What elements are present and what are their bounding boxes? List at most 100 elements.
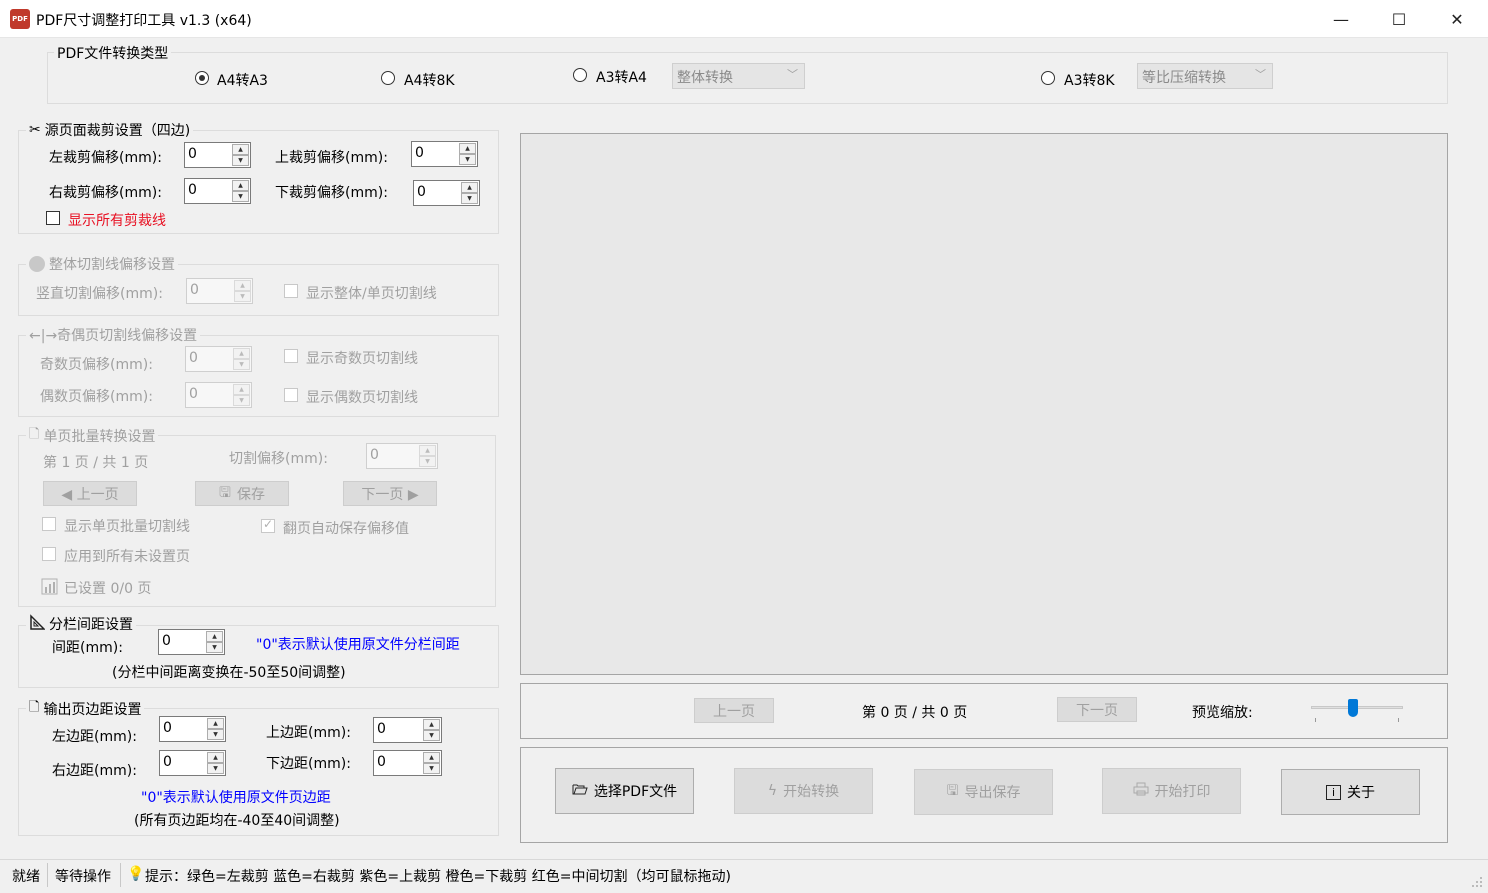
- spin-down-icon[interactable]: ▼: [419, 456, 436, 467]
- spin-up-icon[interactable]: ▲: [207, 718, 224, 729]
- crop-right-label: 右裁剪偏移(mm):: [49, 185, 162, 201]
- vertical-cut-input[interactable]: 0 ▲ ▼: [186, 278, 253, 304]
- spin-down-icon[interactable]: ▼: [232, 191, 249, 202]
- gap-hint: "0"表示默认使用原文件分栏间距: [256, 637, 460, 653]
- chevron-down-icon: ﹀: [787, 68, 798, 81]
- auto-save-label[interactable]: 翻页自动保存偏移值: [283, 518, 409, 538]
- even-offset-label: 偶数页偏移(mm):: [40, 389, 153, 405]
- radio-a3-a4[interactable]: [573, 68, 587, 82]
- scissors-icon: ✂: [29, 122, 41, 138]
- status-separator: [47, 863, 48, 887]
- spin-up-icon[interactable]: ▲: [419, 445, 436, 456]
- spin-down-icon[interactable]: ▼: [234, 291, 251, 302]
- a3-8k-mode-select[interactable]: 等比压缩转换 ﹀: [1137, 63, 1273, 89]
- spin-up-icon[interactable]: ▲: [232, 144, 249, 155]
- preview-prev-button[interactable]: 上一页: [694, 698, 774, 723]
- gap-label: 间距(mm):: [52, 640, 123, 656]
- show-batch-lines-checkbox[interactable]: [42, 517, 56, 531]
- spin-down-icon[interactable]: ▼: [423, 763, 440, 774]
- spin-up-icon[interactable]: ▲: [461, 182, 478, 193]
- spin-down-icon[interactable]: ▼: [207, 763, 224, 774]
- apply-all-checkbox[interactable]: [42, 547, 56, 561]
- spin-up-icon[interactable]: ▲: [423, 719, 440, 730]
- zoom-slider[interactable]: [1311, 696, 1403, 724]
- spin-down-icon[interactable]: ▼: [233, 359, 250, 370]
- spin-down-icon[interactable]: ▼: [207, 729, 224, 740]
- spin-up-icon[interactable]: ▲: [423, 752, 440, 763]
- spin-up-icon[interactable]: ▲: [233, 348, 250, 359]
- spin-down-icon[interactable]: ▼: [233, 395, 250, 406]
- batch-save-button[interactable]: 🖫 保存: [195, 481, 289, 506]
- start-print-button[interactable]: 开始打印: [1102, 768, 1241, 814]
- set-square-icon: [29, 614, 46, 634]
- radio-a4-8k-label[interactable]: A4转8K: [404, 70, 455, 90]
- show-even-cut-checkbox[interactable]: [284, 388, 298, 402]
- show-odd-cut-label[interactable]: 显示奇数页切割线: [306, 348, 418, 368]
- batch-next-button[interactable]: 下一页 ▶: [343, 481, 437, 506]
- export-save-button[interactable]: 🖫 导出保存: [914, 769, 1053, 815]
- crop-bottom-input[interactable]: 0 ▲ ▼: [413, 180, 480, 206]
- spin-up-icon[interactable]: ▲: [207, 752, 224, 763]
- crop-bottom-label: 下裁剪偏移(mm):: [275, 185, 388, 201]
- spin-up-icon[interactable]: ▲: [234, 280, 251, 291]
- batch-save-label: 保存: [236, 486, 265, 503]
- about-label: 关于: [1347, 785, 1375, 801]
- radio-a4-8k[interactable]: [381, 71, 395, 85]
- spin-up-icon[interactable]: ▲: [206, 631, 223, 642]
- margin-bottom-input[interactable]: 0 ▲ ▼: [373, 750, 442, 776]
- status-ready: 就绪: [12, 869, 40, 885]
- spin-down-icon[interactable]: ▼: [461, 193, 478, 204]
- zoom-slider-thumb[interactable]: [1348, 699, 1358, 717]
- margin-top-input[interactable]: 0 ▲ ▼: [373, 717, 442, 743]
- show-whole-cut-label[interactable]: 显示整体/单页切割线: [306, 283, 437, 303]
- zoom-label: 预览缩放:: [1192, 705, 1253, 721]
- batch-prev-button[interactable]: ◀ 上一页: [43, 481, 137, 506]
- spin-down-icon[interactable]: ▼: [423, 730, 440, 741]
- crop-left-input[interactable]: 0 ▲ ▼: [184, 142, 251, 168]
- spin-up-icon[interactable]: ▲: [232, 180, 249, 191]
- apply-all-label[interactable]: 应用到所有未设置页: [64, 546, 190, 566]
- margin-right-input[interactable]: 0 ▲ ▼: [159, 750, 226, 776]
- minimize-button[interactable]: —: [1312, 0, 1370, 38]
- status-hint: 提示：绿色=左裁剪 蓝色=右裁剪 紫色=上裁剪 橙色=下裁剪 红色=中间切割（均…: [145, 869, 731, 885]
- auto-save-checkbox[interactable]: ✓: [261, 517, 275, 533]
- show-even-cut-label[interactable]: 显示偶数页切割线: [306, 387, 418, 407]
- crop-right-input[interactable]: 0 ▲ ▼: [184, 178, 251, 204]
- crop-bottom-value: 0: [417, 184, 426, 200]
- spin-down-icon[interactable]: ▼: [459, 154, 476, 165]
- show-crop-lines-label[interactable]: 显示所有剪裁线: [68, 210, 166, 230]
- show-whole-cut-checkbox[interactable]: [284, 284, 298, 298]
- a3-a4-mode-select[interactable]: 整体转换 ﹀: [672, 63, 805, 89]
- show-crop-lines-checkbox[interactable]: [46, 211, 60, 225]
- resize-grip-icon[interactable]: [1468, 873, 1484, 889]
- radio-a3-8k[interactable]: [1041, 71, 1055, 85]
- odd-offset-input[interactable]: 0 ▲ ▼: [185, 346, 252, 372]
- preview-next-button[interactable]: 下一页: [1057, 697, 1137, 722]
- radio-a3-a4-label[interactable]: A3转A4: [596, 67, 647, 87]
- show-odd-cut-checkbox[interactable]: [284, 349, 298, 363]
- close-button[interactable]: ✕: [1428, 0, 1486, 38]
- radio-a4-a3[interactable]: [195, 71, 209, 85]
- start-print-label: 开始打印: [1154, 784, 1211, 800]
- spin-up-icon[interactable]: ▲: [459, 143, 476, 154]
- gap-input[interactable]: 0 ▲ ▼: [158, 629, 225, 655]
- crop-left-value: 0: [188, 146, 197, 162]
- radio-a3-8k-label[interactable]: A3转8K: [1064, 70, 1115, 90]
- crop-top-input[interactable]: 0 ▲ ▼: [411, 141, 478, 167]
- show-batch-lines-label[interactable]: 显示单页批量切割线: [64, 516, 190, 536]
- margins-title: 输出页边距设置: [43, 702, 142, 718]
- margin-left-input[interactable]: 0 ▲ ▼: [159, 716, 226, 742]
- batch-offset-input[interactable]: 0 ▲ ▼: [366, 443, 438, 469]
- status-waiting: 等待操作: [55, 869, 111, 885]
- select-pdf-button[interactable]: 选择PDF文件: [555, 768, 694, 814]
- about-button[interactable]: i 关于: [1281, 769, 1420, 815]
- spin-up-icon[interactable]: ▲: [233, 384, 250, 395]
- batch-page-info: 第 1 页 / 共 1 页: [43, 455, 149, 471]
- maximize-button[interactable]: ☐: [1370, 0, 1428, 38]
- even-offset-input[interactable]: 0 ▲ ▼: [185, 382, 252, 408]
- radio-a4-a3-label[interactable]: A4转A3: [217, 70, 268, 90]
- spin-down-icon[interactable]: ▼: [206, 642, 223, 653]
- preview-canvas[interactable]: [520, 133, 1448, 675]
- start-convert-button[interactable]: ϟ 开始转换: [734, 768, 873, 814]
- spin-down-icon[interactable]: ▼: [232, 155, 249, 166]
